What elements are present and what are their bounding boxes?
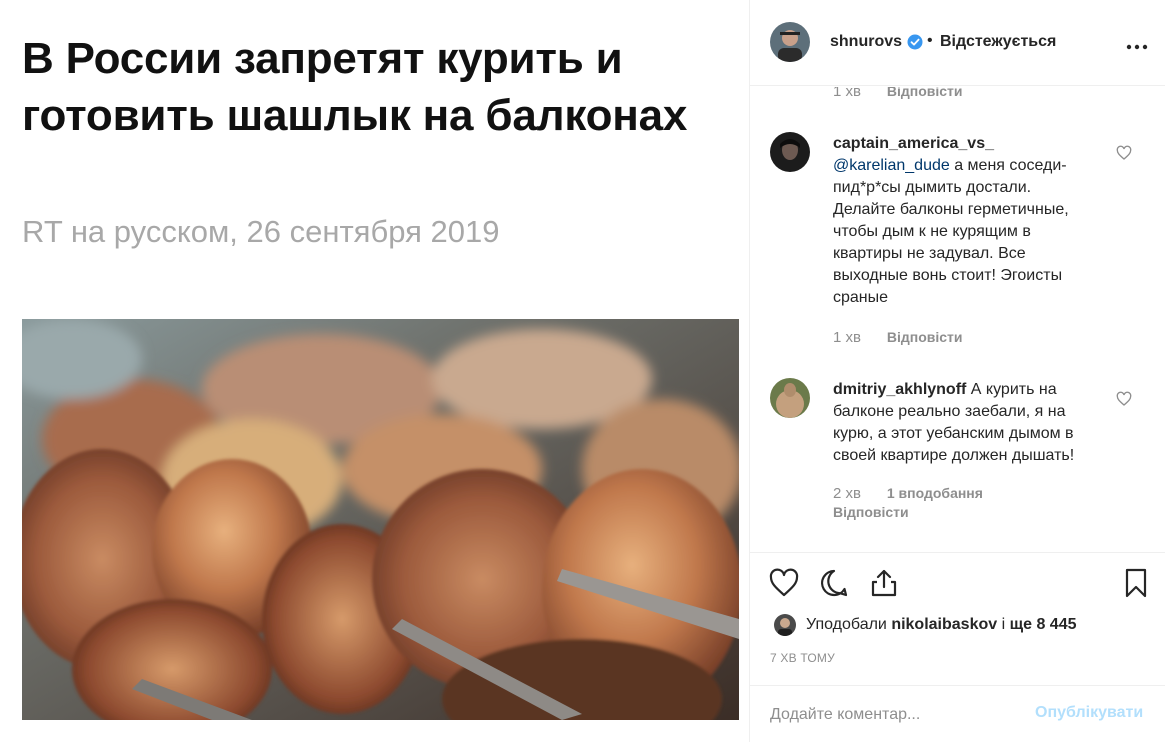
avatar[interactable] bbox=[770, 378, 810, 418]
comment-likes-count[interactable]: 1 вподобання bbox=[887, 485, 983, 501]
comment-time: 2 хв bbox=[833, 485, 861, 502]
post-media[interactable]: В России запретят курить и готовить шашл… bbox=[0, 0, 749, 742]
reply-button[interactable]: Відповісти bbox=[833, 504, 909, 520]
comment-username[interactable]: dmitriy_akhlynoff bbox=[833, 381, 966, 398]
avatar[interactable] bbox=[770, 22, 810, 62]
comment-body: а меня соседи-пид*р*сы дымить достали. Д… bbox=[833, 157, 1069, 306]
comment-meta: 2 хв 1 вподобання bbox=[833, 485, 983, 502]
likes-more[interactable]: ще 8 445 bbox=[1010, 616, 1077, 633]
comment-username[interactable]: captain_america_vs_ bbox=[833, 135, 994, 152]
add-comment-divider bbox=[750, 685, 1165, 686]
likes-conj: і bbox=[1001, 616, 1006, 633]
likes-text: Уподобали nikolaibaskov і ще 8 445 bbox=[806, 616, 1077, 634]
post-side-panel: shnurovs • Відстежується 1 хв Відповісти… bbox=[750, 0, 1165, 742]
header-username[interactable]: shnurovs bbox=[830, 33, 902, 51]
comments-list[interactable]: 1 хв Відповісти captain_america_vs_ @kar… bbox=[750, 87, 1165, 552]
comment-text: dmitriy_akhlynoff А курить на балконе ре… bbox=[833, 379, 1093, 467]
header-separator: • bbox=[927, 32, 933, 49]
post-timestamp[interactable]: 7 хв тому bbox=[770, 651, 835, 665]
post-header: shnurovs • Відстежується bbox=[750, 0, 1165, 86]
likes-user[interactable]: nikolaibaskov bbox=[891, 616, 997, 633]
comment-meta: Відповісти bbox=[833, 504, 909, 520]
comment-time: 1 хв bbox=[833, 87, 861, 100]
comment-meta: 1 хв Відповісти bbox=[833, 329, 963, 346]
verified-badge-icon bbox=[907, 34, 923, 50]
like-comment-heart-icon[interactable] bbox=[1116, 145, 1132, 161]
avatar[interactable] bbox=[770, 132, 810, 172]
comment-mention[interactable]: @karelian_dude bbox=[833, 157, 950, 174]
heart-icon[interactable] bbox=[768, 567, 800, 599]
reply-button[interactable]: Відповісти bbox=[887, 87, 963, 99]
comment-meta: 1 хв Відповісти bbox=[833, 87, 963, 100]
comment-icon[interactable] bbox=[818, 567, 850, 599]
follow-status-button[interactable]: Відстежується bbox=[940, 33, 1056, 51]
bookmark-icon[interactable] bbox=[1120, 567, 1152, 599]
comment-time: 1 хв bbox=[833, 329, 861, 346]
reply-button[interactable]: Відповісти bbox=[887, 329, 963, 345]
post-source: RT на русском, 26 сентября 2019 bbox=[22, 214, 500, 249]
shashlik-photo bbox=[22, 319, 739, 720]
likes-prefix: Уподобали bbox=[806, 616, 887, 633]
comment-text: captain_america_vs_ @karelian_dude а мен… bbox=[833, 133, 1093, 309]
actions-divider bbox=[750, 552, 1165, 553]
post-headline: В России запретят курить и готовить шашл… bbox=[22, 34, 688, 140]
like-comment-heart-icon[interactable] bbox=[1116, 391, 1132, 407]
post-comment-button[interactable]: Опублікувати bbox=[1035, 704, 1143, 722]
comment-input[interactable] bbox=[770, 700, 1030, 730]
share-icon[interactable] bbox=[868, 567, 900, 599]
avatar[interactable] bbox=[774, 614, 796, 636]
more-options-icon[interactable] bbox=[1126, 38, 1148, 50]
